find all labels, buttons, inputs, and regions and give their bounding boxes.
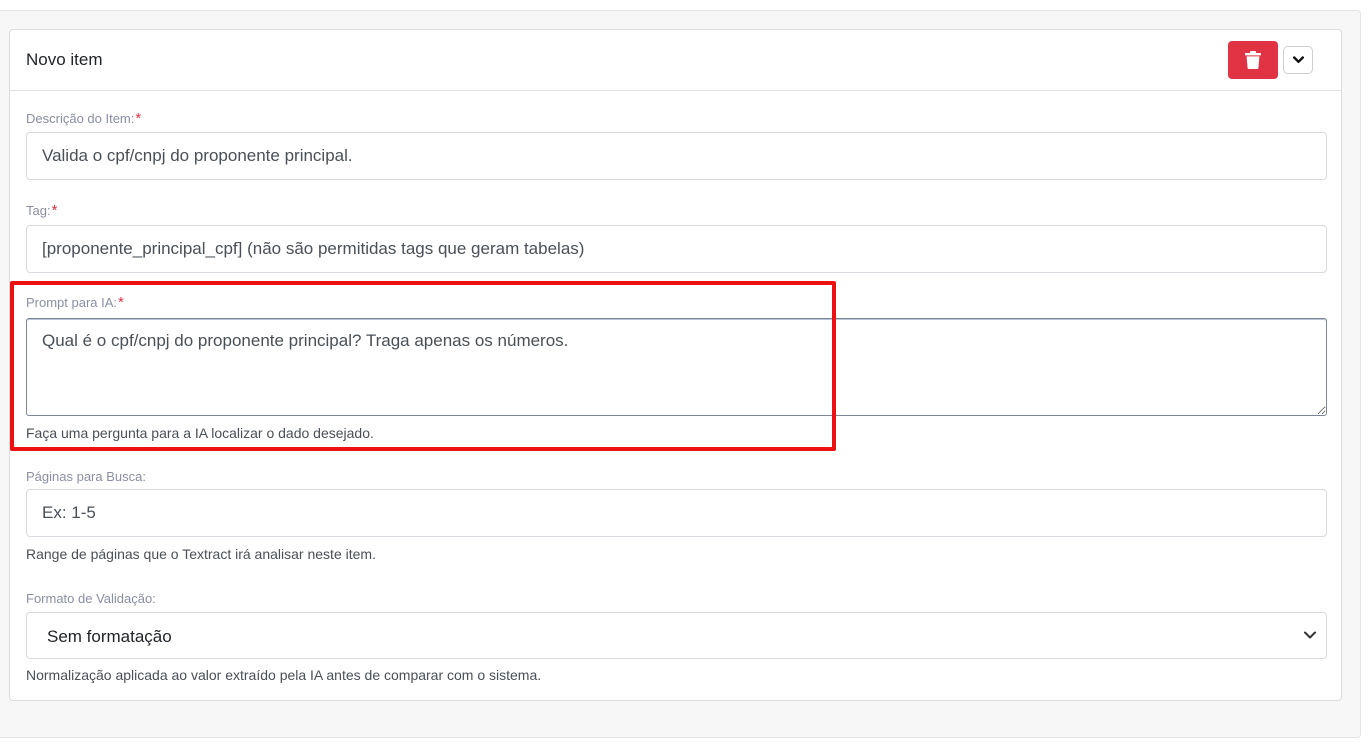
required-asterisk: * xyxy=(118,294,124,311)
prompt-help-text: Faça uma pergunta para a IA localizar o … xyxy=(26,425,374,441)
tag-label-text: Tag: xyxy=(26,203,51,218)
required-asterisk: * xyxy=(135,110,142,127)
card-header: Novo item xyxy=(10,30,1341,91)
formato-select[interactable]: Sem formatação xyxy=(26,612,1327,659)
formato-label: Formato de Validação: xyxy=(26,591,156,606)
paginas-label: Páginas para Busca: xyxy=(26,469,146,484)
paginas-input[interactable] xyxy=(26,489,1327,537)
tag-input[interactable] xyxy=(26,225,1327,273)
prompt-label: Prompt para IA:* xyxy=(26,294,124,311)
formato-selected-value: Sem formatação xyxy=(47,627,172,646)
chevron-down-icon xyxy=(1304,631,1316,639)
descricao-label: Descrição do Item:* xyxy=(26,110,141,127)
tag-label: Tag:* xyxy=(26,202,57,219)
card-title: Novo item xyxy=(26,50,103,69)
item-card: Novo item Descrição do Item:* Tag:* Prom… xyxy=(9,29,1342,701)
chevron-down-icon xyxy=(1292,56,1304,63)
paginas-help-text: Range de páginas que o Textract irá anal… xyxy=(26,546,376,562)
formato-help-text: Normalização aplicada ao valor extraído … xyxy=(26,667,542,683)
trash-icon xyxy=(1245,51,1261,69)
prompt-label-text: Prompt para IA: xyxy=(26,295,118,310)
collapse-toggle-button[interactable] xyxy=(1283,46,1313,74)
descricao-label-text: Descrição do Item: xyxy=(26,111,135,126)
required-asterisk: * xyxy=(51,202,58,219)
prompt-textarea[interactable]: Qual é o cpf/cnpj do proponente principa… xyxy=(26,318,1327,416)
descricao-input[interactable] xyxy=(26,132,1327,180)
delete-item-button[interactable] xyxy=(1228,41,1278,79)
